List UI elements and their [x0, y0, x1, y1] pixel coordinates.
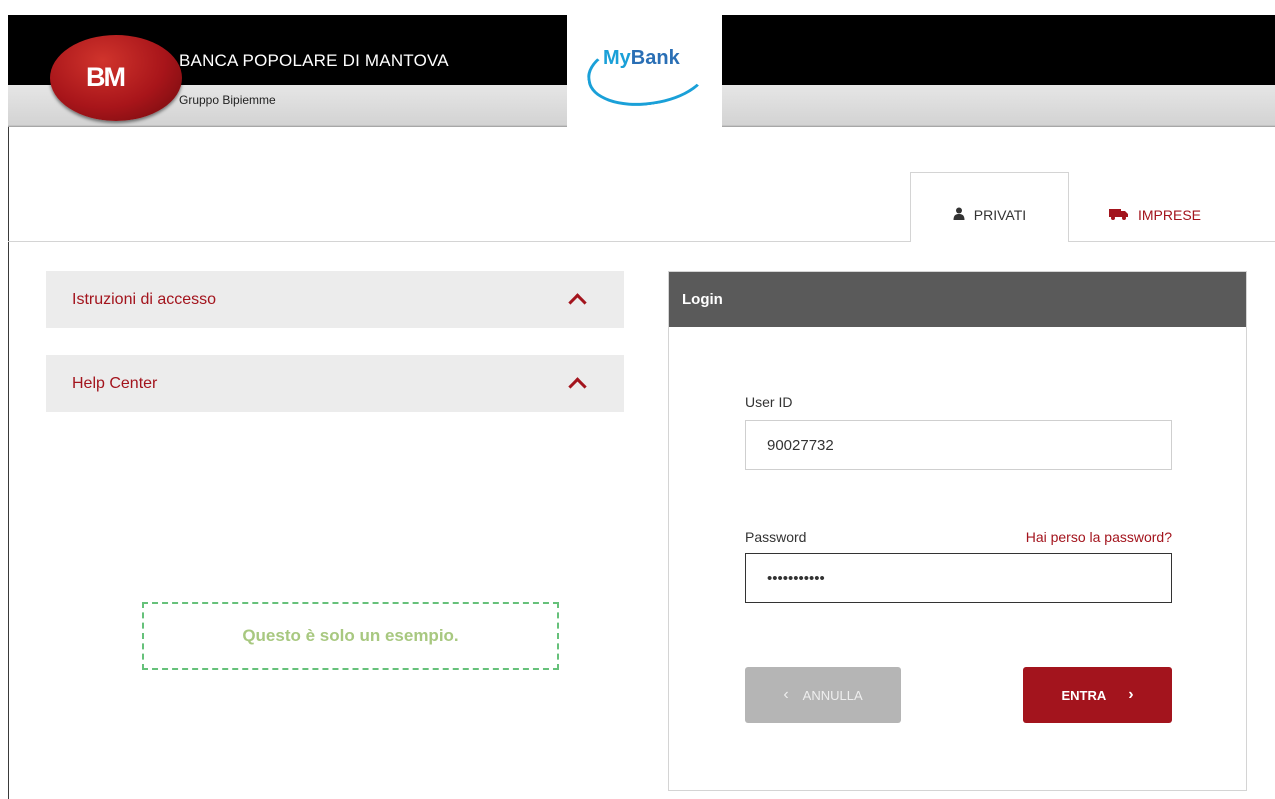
- tab-imprese[interactable]: IMPRESE: [1080, 190, 1230, 240]
- top-banner: BM BANCA POPOLARE DI MANTOVA Gruppo Bipi…: [8, 15, 1275, 127]
- tab-label: IMPRESE: [1137, 207, 1201, 223]
- user-id-value: 90027732: [767, 436, 834, 454]
- bank-group: Gruppo Bipiemme: [179, 93, 276, 107]
- mybank-logo: MyBank: [567, 15, 722, 127]
- accordion-label: Istruzioni di accesso: [72, 290, 217, 308]
- chevron-up-icon: [568, 293, 587, 312]
- accordion-help-center[interactable]: Help Center: [46, 355, 624, 412]
- example-note: Questo è solo un esempio.: [142, 602, 559, 670]
- user-id-input[interactable]: 90027732: [745, 420, 1172, 470]
- password-value: •••••••••••: [767, 569, 825, 587]
- chevron-left-icon: ‹: [783, 686, 789, 703]
- enter-button-label: ENTRA: [1061, 687, 1107, 703]
- mybank-arc-icon: [583, 30, 713, 114]
- cancel-button-label: ANNULLA: [802, 687, 863, 703]
- user-icon: [953, 207, 965, 223]
- chevron-right-icon: ›: [1128, 686, 1134, 703]
- user-id-label: User ID: [745, 394, 793, 410]
- password-label: Password: [745, 529, 807, 545]
- tab-label: PRIVATI: [973, 206, 1027, 223]
- cancel-button[interactable]: ‹ ANNULLA: [745, 667, 901, 723]
- forgot-password-link[interactable]: Hai perso la password?: [1026, 529, 1172, 545]
- mybank-wordmark: MyBank: [603, 47, 680, 69]
- logo-text: BM: [86, 62, 126, 92]
- enter-button[interactable]: ENTRA ›: [1023, 667, 1172, 723]
- bank-name: BANCA POPOLARE DI MANTOVA: [179, 51, 449, 70]
- password-input[interactable]: •••••••••••: [745, 553, 1172, 603]
- bank-logo[interactable]: BM: [50, 35, 182, 121]
- login-panel: Login User ID 90027732 Password Hai pers…: [668, 271, 1247, 791]
- truck-icon: [1108, 208, 1129, 223]
- chevron-up-icon: [568, 377, 587, 396]
- login-title: Login: [669, 272, 1246, 327]
- accordion-label: Help Center: [72, 374, 158, 392]
- tab-privati[interactable]: PRIVATI: [910, 172, 1069, 242]
- accordion-istruzioni[interactable]: Istruzioni di accesso: [46, 271, 624, 328]
